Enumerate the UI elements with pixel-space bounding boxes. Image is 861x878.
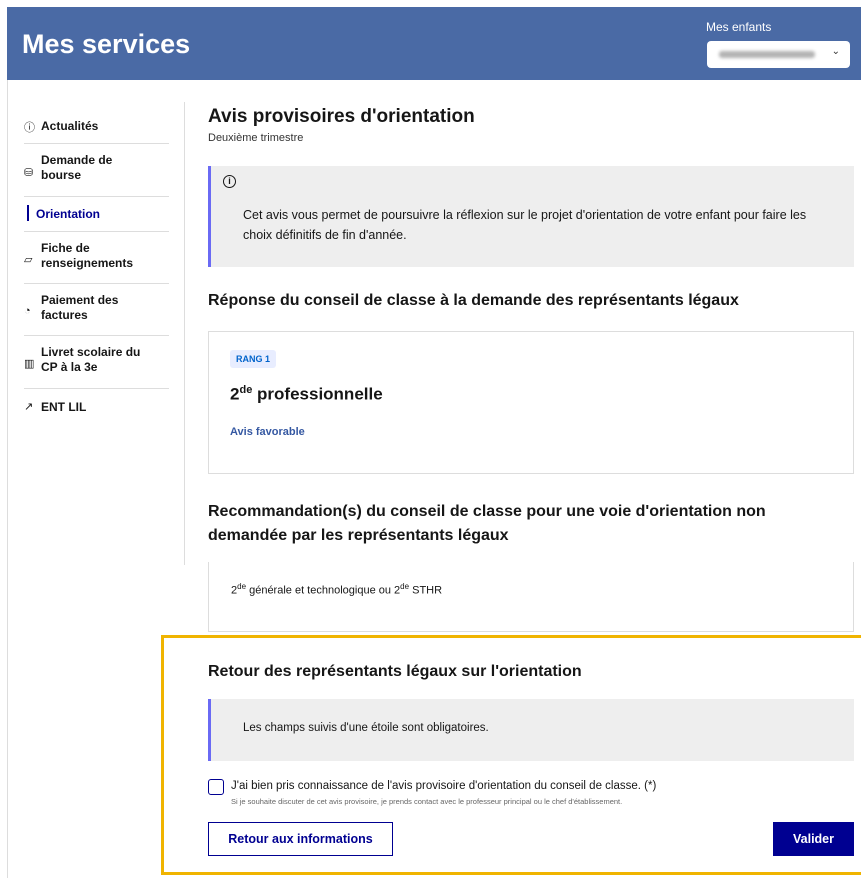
sidebar-item-label: Livret scolaire du CP à la 3e xyxy=(41,345,141,374)
info-circle-icon: ⓘ xyxy=(24,122,35,134)
header-banner: Mes services Mes enfants ⌄ xyxy=(7,7,861,80)
mandatory-callout: Les champs suivis d'une étoile sont obli… xyxy=(208,699,854,761)
sidebar-item-label: Demande de bourse xyxy=(41,153,113,182)
recommandation-card: 2de générale et technologique ou 2de STH… xyxy=(208,562,854,632)
acknowledge-checkbox-hint: Si je souhaite discuter de cet avis prov… xyxy=(231,797,623,806)
mandatory-note: Les champs suivis d'une étoile sont obli… xyxy=(243,722,489,734)
page-border xyxy=(7,80,8,878)
page-subtitle: Deuxième trimestre xyxy=(208,132,304,144)
header-title: Mes services xyxy=(22,29,191,59)
sidebar-item-ent-lil[interactable]: ↗ ENT LIL xyxy=(24,389,169,424)
sidebar-item-actualites[interactable]: ⓘ Actualités xyxy=(24,108,169,144)
page-title: Avis provisoires d'orientation xyxy=(208,106,475,127)
children-select-label: Mes enfants xyxy=(706,20,772,34)
section-title-recommandation: Recommandation(s) du conseil de classe p… xyxy=(208,503,766,544)
sidebar-item-label: Actualités xyxy=(41,119,99,133)
form-icon: ▱ xyxy=(24,254,33,266)
child-name-redacted xyxy=(719,51,815,58)
recommandation-text: 2de générale et technologique ou 2de STH… xyxy=(231,582,443,597)
sidebar-item-bourse[interactable]: ⛁ Demande de bourse xyxy=(24,144,169,197)
avis-status: Avis favorable xyxy=(230,426,305,438)
payment-icon: ◔ xyxy=(24,305,31,317)
sidebar-item-orientation[interactable]: Orientation xyxy=(24,197,169,232)
sidebar-item-label: Paiement des factures xyxy=(41,293,119,322)
acknowledge-checkbox-label[interactable]: J'ai bien pris connaissance de l'avis pr… xyxy=(231,780,656,792)
info-icon: i xyxy=(223,175,236,188)
section-title-retour: Retour des représentants légaux sur l'or… xyxy=(208,663,582,680)
sidebar-item-livret[interactable]: ▥ Livret scolaire du CP à la 3e xyxy=(24,336,169,389)
sidebar-item-fiche[interactable]: ▱ Fiche de renseignements xyxy=(24,232,169,284)
sidebar-item-label: ENT LIL xyxy=(41,400,87,414)
info-callout: i Cet avis vous permet de poursuivre la … xyxy=(208,166,854,267)
formation-title: 2de professionnelle xyxy=(230,384,383,404)
acknowledge-checkbox[interactable] xyxy=(208,779,224,795)
external-link-icon: ↗ xyxy=(24,401,34,413)
back-to-info-button[interactable]: Retour aux informations xyxy=(208,822,393,856)
section-title-reponse: Réponse du conseil de classe à la demand… xyxy=(208,292,739,309)
rank-badge: RANG 1 xyxy=(230,350,277,368)
coins-icon: ⛁ xyxy=(24,167,34,179)
sidebar-item-label: Orientation xyxy=(36,207,101,221)
sidebar-divider xyxy=(184,102,185,565)
submit-button[interactable]: Valider xyxy=(773,822,854,856)
info-callout-text: Cet avis vous permet de poursuivre la ré… xyxy=(243,208,807,242)
children-select[interactable]: ⌄ xyxy=(707,41,850,68)
sidebar-item-label: Fiche de renseignements xyxy=(41,241,134,270)
book-icon: ▥ xyxy=(24,358,35,370)
chevron-down-icon: ⌄ xyxy=(831,46,840,57)
sidebar-nav: ⓘ Actualités ⛁ Demande de bourse Orienta… xyxy=(24,108,169,424)
sidebar-item-paiement[interactable]: ◔ Paiement des factures xyxy=(24,284,169,336)
reponse-card: RANG 1 2de professionnelle Avis favorabl… xyxy=(208,331,854,474)
